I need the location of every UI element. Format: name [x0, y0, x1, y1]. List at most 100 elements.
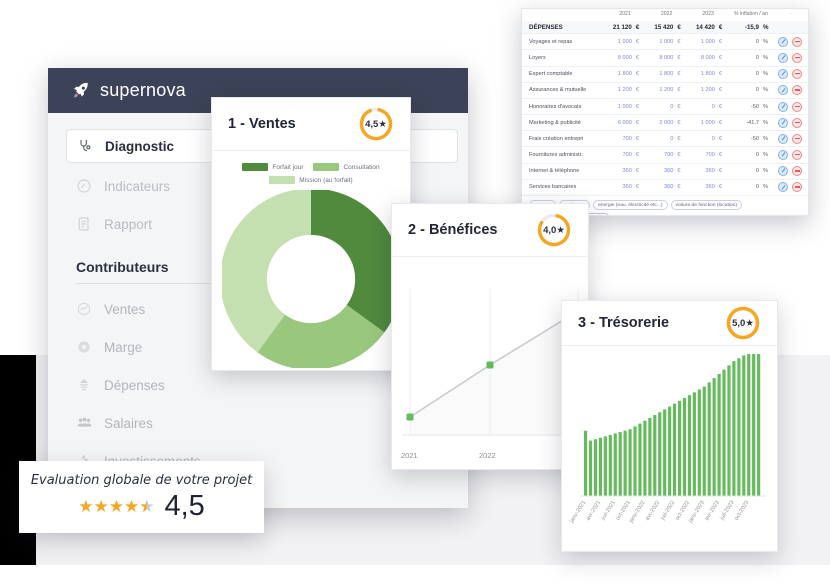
col-2021: 2021	[604, 9, 646, 21]
percent-symbol: %	[762, 163, 773, 179]
cell-2022[interactable]: 700	[646, 147, 677, 163]
cell-inflation: 0	[729, 66, 762, 82]
bar	[609, 435, 612, 496]
table-row: Marketing & publicité 6 000 € 2 000 € 1 …	[522, 115, 808, 131]
delete-icon[interactable]	[792, 118, 802, 128]
cell-2023[interactable]: 1 000	[687, 34, 718, 50]
edit-icon[interactable]	[778, 134, 788, 144]
cell-2021[interactable]: 6 000	[604, 115, 635, 131]
people-icon	[76, 415, 95, 431]
tresorerie-card: 3 - Trésorerie 5,0★ janv-2021avr-2021jui…	[561, 300, 778, 552]
cell-2021[interactable]: 1 000	[604, 98, 635, 114]
cell-2022[interactable]: 0	[646, 131, 677, 147]
cell-2021[interactable]: 360	[604, 179, 635, 195]
cell-2023[interactable]: 360	[687, 163, 718, 179]
benefices-score-ring: 4,0★	[536, 212, 572, 248]
cell-2021[interactable]: 360	[604, 163, 635, 179]
percent-symbol: %	[762, 115, 773, 131]
tag-voiture-fonction[interactable]: voiture de fonction (location)	[671, 200, 742, 210]
cell-2023[interactable]: 8 000	[687, 50, 718, 66]
edit-icon[interactable]	[778, 37, 788, 47]
currency-symbol: €	[718, 34, 729, 50]
cell-2021[interactable]: 700	[604, 131, 635, 147]
cell-inflation: -41,7	[729, 115, 762, 131]
edit-icon[interactable]	[778, 150, 788, 160]
delete-icon[interactable]	[792, 37, 802, 47]
delete-icon[interactable]	[792, 134, 802, 144]
currency-symbol: €	[718, 82, 729, 98]
delete-icon[interactable]	[792, 150, 802, 160]
cell-2022[interactable]: 1 800	[646, 66, 677, 82]
currency-symbol: €	[718, 163, 729, 179]
edit-icon[interactable]	[778, 85, 788, 95]
evaluation-score: 4,5	[164, 492, 204, 521]
row-actions	[773, 98, 808, 114]
row-actions	[773, 66, 808, 82]
star-icon: ★	[745, 318, 754, 329]
edit-icon[interactable]	[778, 118, 788, 128]
cell-2023[interactable]: 1 000	[687, 115, 718, 131]
bar	[673, 404, 676, 496]
bar	[747, 354, 750, 496]
cell-2022[interactable]: 1 000	[646, 34, 677, 50]
cell-2022[interactable]: 1 200	[646, 82, 677, 98]
currency-symbol: €	[676, 21, 687, 34]
edit-icon[interactable]	[778, 69, 788, 79]
ventes-card: 1 - Ventes 4,5★ Forfait jour Consultatio…	[211, 97, 411, 371]
row-actions	[773, 131, 808, 147]
cell-2022[interactable]: 360	[646, 163, 677, 179]
currency-symbol: €	[718, 179, 729, 195]
cell-2022[interactable]: 360	[646, 179, 677, 195]
cell-2021[interactable]: 8 000	[604, 50, 635, 66]
delete-icon[interactable]	[792, 182, 802, 192]
cell-2023[interactable]: 0	[687, 131, 718, 147]
delete-icon[interactable]	[792, 102, 802, 112]
cell-2021[interactable]: 1 800	[604, 66, 635, 82]
delete-icon[interactable]	[792, 166, 802, 176]
bar	[688, 395, 691, 496]
delete-icon[interactable]	[792, 53, 802, 63]
bar	[619, 432, 622, 496]
cell-2022[interactable]: 0	[646, 98, 677, 114]
benefices-score-value: 4,0	[543, 225, 556, 236]
delete-icon[interactable]	[792, 85, 802, 95]
cell-2021[interactable]: 1 200	[604, 82, 635, 98]
bar	[648, 418, 651, 496]
currency-symbol: €	[718, 115, 729, 131]
delete-icon[interactable]	[792, 69, 802, 79]
cell-2023[interactable]: 0	[687, 98, 718, 114]
document-icon	[76, 216, 95, 232]
cell-2022[interactable]: 2 000	[646, 115, 677, 131]
row-actions	[773, 34, 808, 50]
bar	[703, 387, 706, 496]
ventes-card-title: 1 - Ventes	[228, 116, 296, 132]
x-axis-tick-label: oct-2023	[734, 500, 751, 522]
cell-2021[interactable]: 1 000	[604, 34, 635, 50]
table-row: Fournitures administr. 700 € 700 € 700 €…	[522, 147, 808, 163]
cell-2023[interactable]: 1 800	[687, 66, 718, 82]
edit-icon[interactable]	[778, 166, 788, 176]
edit-icon[interactable]	[778, 102, 788, 112]
background-black-bar	[0, 355, 36, 565]
target-icon	[76, 339, 95, 355]
tag-energie[interactable]: energie (eau, électricité etc...)	[593, 200, 667, 210]
col-label	[522, 9, 604, 21]
sidebar-item-label: Ventes	[104, 302, 145, 317]
sidebar-item-label: Indicateurs	[104, 179, 170, 194]
cell-2021[interactable]: 700	[604, 147, 635, 163]
cell-2023[interactable]: 360	[687, 179, 718, 195]
legend-label: Forfait jour	[272, 164, 303, 171]
cell-inflation: 0	[729, 82, 762, 98]
cell-2022[interactable]: 8 000	[646, 50, 677, 66]
evaluation-title: Evaluation globale de votre projet	[31, 473, 252, 488]
ventes-score-value: 4,5	[365, 119, 378, 130]
cell-2023[interactable]: 1 200	[687, 82, 718, 98]
bar	[653, 415, 656, 496]
bar	[584, 431, 587, 496]
cell-inflation: 0	[729, 34, 762, 50]
currency-symbol: €	[635, 82, 646, 98]
edit-icon[interactable]	[778, 182, 788, 192]
cell-2023[interactable]: 700	[687, 147, 718, 163]
edit-icon[interactable]	[778, 53, 788, 63]
row-label: Internet & téléphone	[522, 163, 604, 179]
